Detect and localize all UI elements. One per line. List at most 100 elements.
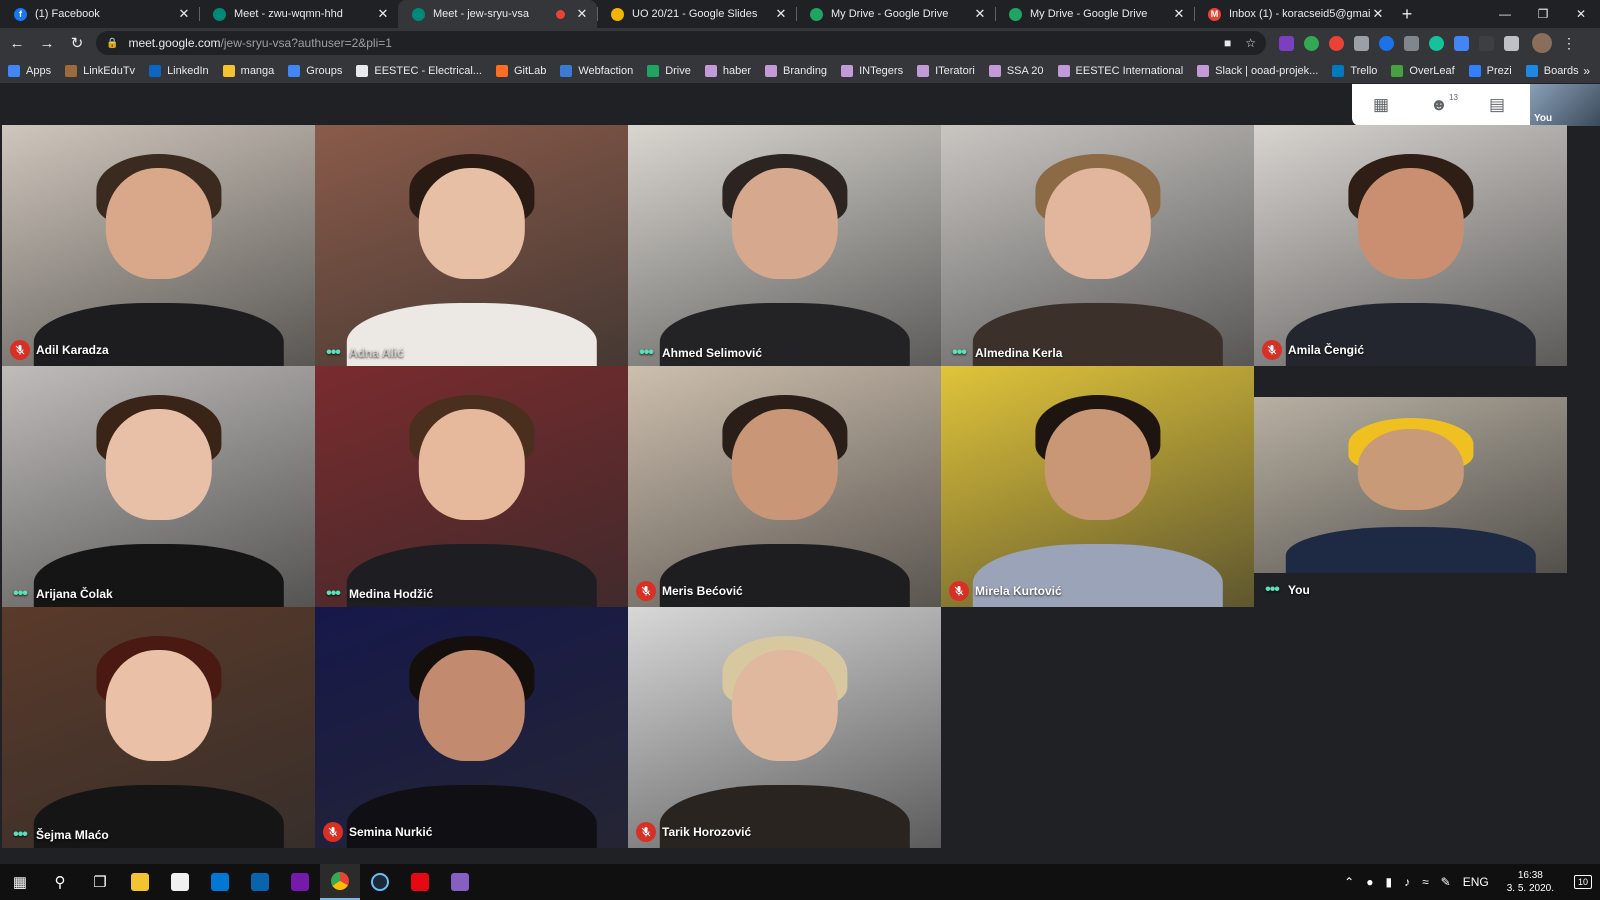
minimize-button[interactable]: — [1486,0,1524,28]
bookmark-item[interactable]: LinkedIn [149,64,209,77]
bookmark-item[interactable]: Branding [765,64,827,77]
browser-tab[interactable]: M Inbox (1) - koracseid5@gmail.co✕ [1194,0,1393,28]
mic-off-icon [10,340,30,360]
file-explorer-icon[interactable] [120,864,160,900]
profile-avatar[interactable] [1532,33,1552,53]
chrome-icon[interactable] [320,864,360,900]
bookmark-item[interactable]: Webfaction [560,64,633,77]
bookmark-star-icon[interactable]: ☆ [1245,36,1256,50]
reload-button[interactable]: ↻ [64,30,90,56]
battery-icon[interactable]: ▮ [1385,875,1392,889]
participant-tile[interactable]: ••• Ahmed Selimović [628,125,941,366]
bookmark-item[interactable]: EESTEC International [1057,64,1183,77]
bookmark-item[interactable]: Trello [1332,64,1377,77]
address-bar[interactable]: 🔒 meet.google.com/jew-sryu-vsa?authuser=… [96,31,1266,55]
green-extension-icon[interactable] [1304,35,1319,51]
search-icon[interactable]: ⚲ [40,864,80,900]
close-tab-icon[interactable]: ✕ [973,6,987,22]
grammarly-extension-icon[interactable] [1429,35,1444,51]
bookmark-item[interactable]: LinkEduTv [65,64,135,77]
mail-icon[interactable] [200,864,240,900]
browser-tab[interactable]: Meet - zwu-wqmn-hhd ✕ [199,0,398,28]
clock[interactable]: 16:38 3. 5. 2020. [1507,869,1554,895]
participant-tile[interactable]: Meris Bećović [628,366,941,607]
participant-tile[interactable]: Amila Čengić [1254,125,1567,366]
participant-tile[interactable]: ••• Almedina Kerla [941,125,1254,366]
participant-tile[interactable]: Mirela Kurtović [941,366,1254,607]
close-tab-icon[interactable]: ✕ [177,6,191,22]
forward-button[interactable]: → [34,30,60,56]
bookmark-item[interactable]: Drive [647,64,691,77]
notification-center-icon[interactable]: 10 [1566,864,1600,900]
bookmark-item[interactable]: SSA 20 [988,64,1044,77]
close-tab-icon[interactable]: ✕ [1172,6,1186,22]
steam-icon[interactable] [360,864,400,900]
browser-tab[interactable]: My Drive - Google Drive ✕ [796,0,995,28]
browser-tab[interactable]: f (1) Facebook ✕ [0,0,199,28]
participant-nameplate: ••• Adna Alić [323,345,404,361]
close-tab-icon[interactable]: ✕ [774,6,788,22]
store-icon[interactable] [160,864,200,900]
browser-tab[interactable]: My Drive - Google Drive ✕ [995,0,1194,28]
restore-button[interactable]: ❐ [1524,0,1562,28]
chevron-up-icon[interactable]: ⌃ [1344,875,1354,889]
participants-button[interactable]: ☻ 13 [1410,84,1468,126]
browser-tab[interactable]: Meet - jew-sryu-vsa ✕ [398,0,597,28]
menu-kebab-icon[interactable]: ⋮ [1562,35,1576,52]
language-indicator[interactable]: ENG [1463,875,1489,889]
bookmark-item[interactable]: Apps [8,64,51,77]
bookmark-item[interactable]: manga [222,64,274,77]
onenote-extension-icon[interactable] [1279,35,1294,51]
participant-tile[interactable]: ••• Arijana Čolak [2,366,315,607]
bookmark-item[interactable]: Boards [1525,64,1579,77]
browser-tab[interactable]: UO 20/21 - Google Slides ✕ [597,0,796,28]
participant-tile[interactable]: Tarik Horozović [628,607,941,848]
bookmark-item[interactable]: Slack | ooad-projek... [1197,64,1318,77]
netflix-icon[interactable] [400,864,440,900]
bookmark-item[interactable]: Prezi [1468,64,1512,77]
start-icon[interactable]: ▦ [0,864,40,900]
participant-name: Adil Karadza [36,343,109,357]
volume-icon[interactable]: ♪ [1404,875,1410,889]
bookmark-item[interactable]: haber [704,64,752,77]
bookmark-item[interactable]: Groups [288,64,342,77]
wifi-icon[interactable]: ≈ [1422,875,1429,889]
blue-extension-icon[interactable] [1379,35,1394,51]
dark-extension-icon[interactable] [1479,35,1494,51]
bookmark-label: ITeratori [935,64,975,77]
close-tab-icon[interactable]: ✕ [1371,6,1385,22]
participant-tile[interactable]: ••• Šejma Mlaćo [2,607,315,848]
close-tab-icon[interactable]: ✕ [575,6,589,22]
bookmark-item[interactable]: EESTEC - Electrical... [356,64,482,77]
bookmark-item[interactable]: ITeratori [917,64,975,77]
bookmark-label: haber [722,64,752,77]
grey-extension-icon[interactable] [1404,35,1419,51]
bookmark-item[interactable]: OverLeaf [1391,64,1455,77]
visual-studio-icon[interactable] [440,864,480,900]
participant-tile[interactable]: ••• Medina Hodžić [315,366,628,607]
pen-icon[interactable]: ✎ [1441,875,1451,889]
red-extension-icon[interactable] [1329,35,1344,51]
calendar-icon[interactable] [240,864,280,900]
participant-tile[interactable]: Adil Karadza [2,125,315,366]
task-view-icon[interactable]: ❐ [80,864,120,900]
grid-layout-button[interactable]: ▦ [1352,84,1410,126]
onenote-icon[interactable] [280,864,320,900]
chat-button[interactable]: ▤ [1468,84,1526,126]
sheet-extension-icon[interactable] [1504,35,1519,51]
bookmarks-overflow-icon[interactable]: » [1583,64,1590,78]
bookmark-item[interactable]: INTegers [841,64,903,77]
camera-in-use-icon[interactable]: ■ [1224,36,1231,50]
new-tab-button[interactable]: + [1393,0,1421,28]
self-preview[interactable]: You [1530,84,1600,126]
pen-extension-icon[interactable] [1454,35,1469,51]
back-button[interactable]: ← [4,30,30,56]
vue-extension-icon[interactable] [1354,35,1369,51]
close-tab-icon[interactable]: ✕ [376,6,390,22]
bookmark-item[interactable]: GitLab [495,64,546,77]
close-window-button[interactable]: ✕ [1562,0,1600,28]
participant-tile[interactable] [1254,397,1567,573]
microphone-icon[interactable]: ● [1366,875,1373,889]
participant-tile[interactable]: Semina Nurkić [315,607,628,848]
participant-tile[interactable]: ••• Adna Alić [315,125,628,366]
